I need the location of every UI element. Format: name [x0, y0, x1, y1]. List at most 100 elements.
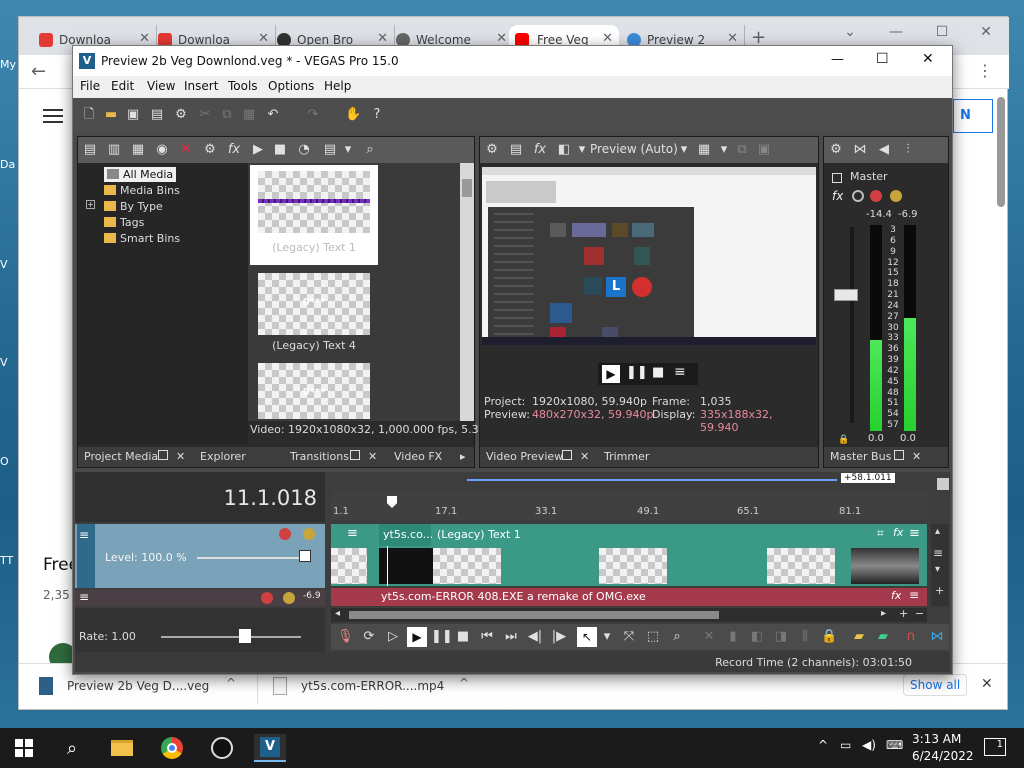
stop-icon[interactable]: ■ — [272, 142, 288, 158]
undo-icon[interactable]: ↶ — [265, 107, 281, 123]
save-icon[interactable]: ▣ — [125, 107, 141, 123]
hamburger-menu-icon[interactable] — [43, 109, 63, 123]
video-event[interactable]: yt5s.co... — [379, 524, 433, 546]
fx-icon[interactable]: fx — [226, 142, 242, 158]
menu-icon[interactable]: ≡ — [674, 364, 686, 380]
audio-track-header[interactable]: ≡ -6.9 — [75, 590, 325, 606]
external-monitor-icon[interactable]: ◧ — [556, 142, 572, 158]
scroll-right-icon[interactable]: ▸ — [881, 608, 886, 619]
close-shelf-icon[interactable]: ✕ — [981, 676, 993, 692]
media-item[interactable]: 0*** (Legacy) Text 4 — [250, 271, 378, 352]
chevron-down-icon[interactable]: ▾ — [574, 142, 590, 158]
mute-icon[interactable] — [261, 592, 273, 604]
download-chevron-icon[interactable]: ^ — [226, 676, 236, 690]
tab-project-media[interactable]: Project Media — [84, 450, 158, 463]
tree-item-all-media[interactable]: All Media — [104, 167, 177, 182]
gear-icon[interactable]: ⚙ — [202, 142, 218, 158]
chrome-icon[interactable] — [158, 734, 186, 762]
desktop-icon-label[interactable]: TT — [0, 554, 18, 567]
more-menu-icon[interactable]: ⋮ — [977, 61, 993, 80]
level-slider-handle[interactable] — [299, 550, 311, 562]
rate-slider-handle[interactable] — [239, 629, 251, 643]
zoom-in-icon[interactable]: + — [899, 607, 908, 620]
video-track-header[interactable]: ≡ Level: 100.0 % — [75, 524, 325, 588]
stop-icon[interactable]: ■ — [652, 365, 664, 380]
trim-icon[interactable]: ▮ — [725, 629, 741, 645]
master-fader-handle[interactable] — [834, 289, 858, 301]
tab-master-bus[interactable]: Master Bus — [830, 450, 891, 463]
event-fx-icon[interactable]: fx — [891, 589, 901, 602]
close-button[interactable]: ✕ — [922, 51, 934, 67]
previous-frame-icon[interactable]: ◀| — [527, 629, 543, 645]
copy-snapshot-icon[interactable]: ⧉ — [734, 142, 750, 158]
close-tab-icon[interactable]: ✕ — [912, 450, 921, 463]
close-tab-icon[interactable]: ✕ — [368, 450, 377, 463]
desktop-icon-label[interactable]: V — [0, 258, 18, 271]
snapping-magnet-icon[interactable]: ∩ — [903, 629, 919, 645]
track-menu-icon[interactable]: ≡ — [79, 528, 89, 542]
selection-tool-icon[interactable]: ⬚ — [645, 629, 661, 645]
solo-icon[interactable] — [890, 190, 902, 202]
track-list-icon[interactable]: ≡ — [933, 546, 943, 560]
windows-start-icon[interactable] — [10, 734, 38, 762]
menu-view[interactable]: View — [147, 79, 175, 93]
play-icon[interactable]: ▶ — [407, 627, 427, 647]
back-arrow-icon[interactable]: ← — [31, 61, 46, 82]
hscroll-thumb[interactable] — [349, 611, 719, 619]
trim-end-icon[interactable]: ◨ — [773, 629, 789, 645]
play-icon[interactable]: ▶ — [250, 142, 266, 158]
split-icon[interactable]: ⫼ — [797, 629, 813, 645]
close-button[interactable]: ✕ — [963, 17, 1009, 47]
chevron-up-icon[interactable]: ^ — [818, 738, 828, 752]
preview-quality-select[interactable]: Preview (Auto) — [590, 142, 678, 156]
fx-icon[interactable]: fx — [832, 189, 843, 203]
timeline-vscroll[interactable]: ▴ ≡ ▾ + — [931, 524, 949, 606]
settings-gear-icon[interactable]: ⚙ — [173, 107, 189, 123]
close-tab-icon[interactable]: ✕ — [602, 31, 613, 46]
tab-explorer[interactable]: Explorer — [200, 450, 246, 463]
media-item[interactable]: 0*** — [250, 357, 378, 419]
expand-toggle[interactable]: + — [86, 200, 95, 209]
level-slider[interactable] — [197, 557, 301, 559]
close-tab-icon[interactable]: ✕ — [727, 31, 738, 46]
zoom-tool-icon[interactable]: ⌕ — [669, 629, 685, 645]
region-icon[interactable]: ▰ — [875, 629, 891, 645]
mute-icon[interactable] — [279, 528, 291, 540]
checkbox-icon[interactable] — [832, 173, 842, 183]
tab-trimmer[interactable]: Trimmer — [604, 450, 649, 463]
close-tab-icon[interactable]: ✕ — [176, 450, 185, 463]
fx-icon[interactable]: fx — [532, 142, 548, 158]
lock-icon[interactable]: 🔒 — [838, 435, 849, 445]
zoom-in-icon[interactable]: + — [935, 584, 944, 597]
close-tab-icon[interactable]: ✕ — [258, 31, 269, 46]
undock-icon[interactable] — [350, 450, 360, 460]
chevron-down-icon[interactable]: ▾ — [599, 629, 615, 645]
vegas-taskbar-icon[interactable]: V — [254, 734, 286, 762]
chevron-down-icon[interactable]: ▾ — [716, 142, 732, 158]
play-from-start-icon[interactable]: ▷ — [385, 629, 401, 645]
loop-region-bar[interactable] — [467, 479, 837, 481]
hand-tool-icon[interactable]: ✋ — [345, 107, 361, 123]
properties-icon[interactable]: ◉ — [154, 142, 170, 158]
audio-event[interactable]: yt5s.com-ERROR 408.EXE a remake of OMG.e… — [331, 588, 927, 606]
close-tab-icon[interactable]: ✕ — [139, 31, 150, 46]
undock-icon[interactable] — [894, 450, 904, 460]
delete-icon[interactable]: ✕ — [701, 629, 717, 645]
scrollbar-thumb[interactable] — [462, 179, 472, 197]
text-event-thumbnails[interactable] — [331, 546, 927, 586]
rate-slider[interactable] — [161, 636, 301, 638]
close-tab-icon[interactable]: ✕ — [377, 31, 388, 46]
tab-scroll-right-icon[interactable]: ▸ — [460, 450, 466, 463]
search-icon[interactable]: ⌕ — [58, 734, 86, 762]
auto-ripple-icon[interactable]: ⋈ — [929, 629, 945, 645]
play-icon[interactable]: ▶ — [602, 365, 620, 383]
timeline-hscroll[interactable]: ◂ ▸ + − — [331, 607, 927, 622]
save-snapshot-icon[interactable]: ▣ — [756, 142, 772, 158]
chevron-down-icon[interactable]: ▾ — [340, 142, 356, 158]
tab-video-fx[interactable]: Video FX — [394, 450, 442, 463]
search-icon[interactable]: ⌕ — [362, 142, 378, 158]
desktop-icon-label[interactable]: My — [0, 58, 18, 71]
marker-icon[interactable]: ▰ — [851, 629, 867, 645]
menu-edit[interactable]: Edit — [111, 79, 134, 93]
event-fx-icon[interactable]: fx — [893, 526, 903, 539]
